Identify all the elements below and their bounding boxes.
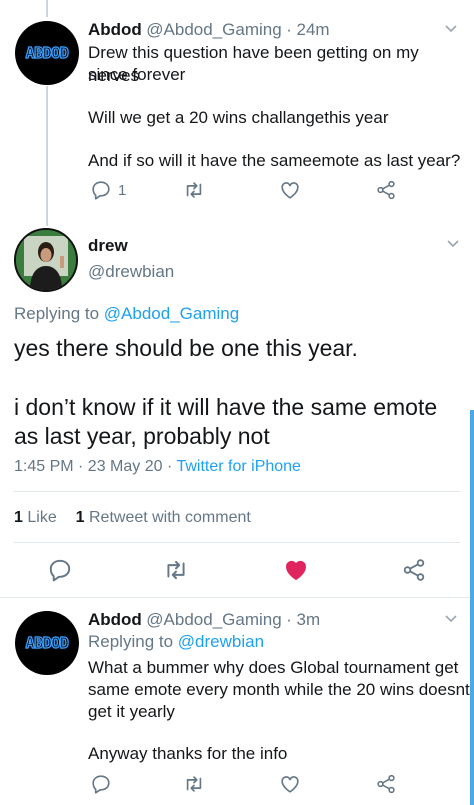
main-tweet-text-line: yes there should be one this year. [14, 335, 358, 361]
retweets-stat[interactable]: 1 Retweet with comment [76, 509, 251, 526]
reply-icon [49, 559, 71, 582]
avatar-logo-text: ABDOD [25, 43, 69, 62]
main-tweet-text-line: as last year, probably not [14, 423, 270, 449]
reply-button[interactable]: 1 [90, 179, 126, 201]
tweet-timestamp: 1:45 PM · 23 May 20 · [14, 458, 173, 475]
share-icon [377, 774, 395, 794]
likes-stat[interactable]: 1 Like [14, 509, 61, 526]
like-icon [281, 182, 299, 199]
reply-count: 1 [118, 181, 127, 199]
chevron-down-icon[interactable] [446, 237, 460, 251]
avatar[interactable]: ABDOD [15, 21, 79, 85]
thread-line-connector [46, 86, 48, 226]
tweet-metadata: 1:45 PM · 23 May 20 · Twitter for iPhone [14, 458, 301, 476]
replying-to-handle[interactable]: @drewbian [178, 632, 264, 651]
retweet-icon [186, 182, 202, 198]
tweet-header: Abdod @Abdod_Gaming · 3m [88, 610, 320, 630]
retweet-icon [167, 560, 185, 580]
author-handle[interactable]: @drewbian [88, 262, 174, 282]
scrollbar[interactable] [470, 410, 474, 805]
replying-to: Replying to @Abdod_Gaming [14, 304, 239, 324]
share-icon [377, 180, 395, 200]
tweet-text-line: Will we get a 20 wins challangethis year [88, 108, 389, 127]
likes-count: 1 [14, 509, 23, 526]
reply-icon [92, 181, 110, 200]
author-name[interactable]: drew [88, 236, 128, 256]
thread-line-top [46, 0, 48, 17]
avatar[interactable]: ABDOD [15, 611, 79, 675]
tweet-text-line: And if so will it have the sameemote as … [88, 151, 461, 170]
author-name[interactable]: Abdod [88, 610, 142, 629]
retweet-button[interactable] [183, 773, 205, 795]
like-button-liked[interactable] [283, 557, 309, 583]
tweet-header: Abdod @Abdod_Gaming · 24m [88, 20, 330, 40]
replying-to-handle[interactable]: @Abdod_Gaming [104, 304, 239, 323]
avatar-photo [16, 230, 76, 290]
tweet-text-line: What a bummer why does Global tournament… [88, 658, 459, 677]
tweet-text-line: Anyway thanks for the info [88, 744, 288, 763]
author-handle[interactable]: @Abdod_Gaming [146, 20, 281, 39]
author-handle[interactable]: @Abdod_Gaming [146, 610, 281, 629]
share-button[interactable] [375, 773, 397, 795]
retweet-icon [186, 776, 202, 792]
replying-to: Replying to @drewbian [88, 632, 264, 652]
share-icon [403, 559, 425, 581]
share-button[interactable] [375, 179, 397, 201]
like-button[interactable] [279, 773, 301, 795]
like-icon-filled [286, 560, 306, 580]
tweet-time: · 24m [286, 20, 330, 39]
retweets-count: 1 [75, 509, 85, 526]
engagement-stats: 1 Like 1 Retweet with comment [14, 509, 251, 527]
likes-label: Like [27, 509, 57, 526]
share-button[interactable] [401, 557, 427, 583]
divider [0, 597, 474, 598]
tweet-text-line: since forever [88, 65, 186, 84]
avatar-logo-text: ABDOD [25, 633, 69, 652]
tweet-text-line: get it yearly [88, 702, 175, 721]
divider [14, 491, 460, 492]
reply-button[interactable] [47, 557, 73, 583]
author-name[interactable]: Abdod [88, 20, 142, 39]
main-tweet-text-line: i don’t know if it will have the same em… [14, 394, 438, 420]
reply-icon [92, 775, 110, 794]
retweet-button[interactable] [163, 557, 189, 583]
reply-button[interactable] [90, 773, 112, 795]
chevron-down-icon[interactable] [444, 22, 458, 36]
replying-to-label: Replying to [14, 304, 100, 323]
tweet-time: · 3m [286, 610, 321, 629]
tweet-source[interactable]: Twitter for iPhone [176, 458, 301, 475]
avatar[interactable] [14, 228, 78, 292]
like-button[interactable] [279, 179, 301, 201]
chevron-down-icon[interactable] [444, 612, 458, 626]
tweet-text-line: same emote every month while the 20 wins… [88, 680, 470, 699]
retweet-button[interactable] [183, 179, 205, 201]
replying-to-label: Replying to [88, 632, 174, 651]
divider [14, 542, 460, 543]
like-icon [281, 776, 299, 793]
retweets-label: Retweet with comment [88, 509, 251, 526]
